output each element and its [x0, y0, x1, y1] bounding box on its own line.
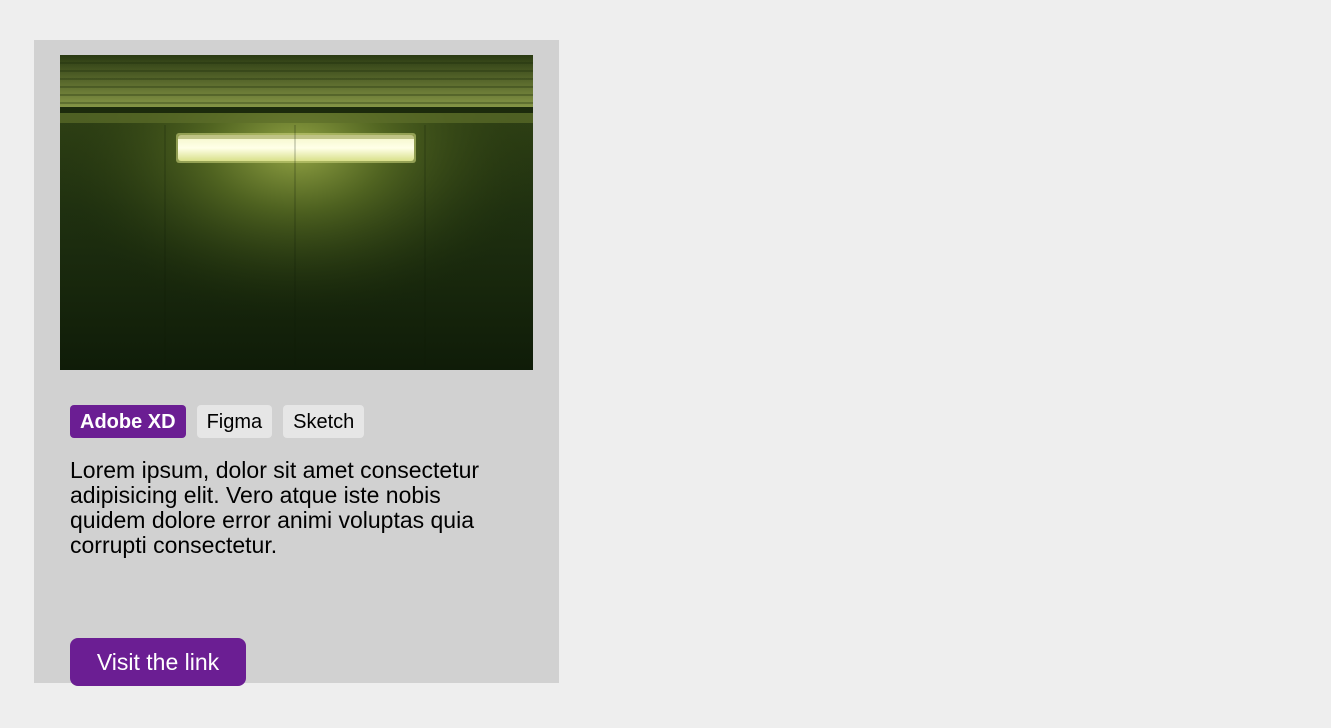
- card-body: Adobe XD Figma Sketch Lorem ipsum, dolor…: [70, 405, 520, 686]
- tag-adobe-xd[interactable]: Adobe XD: [70, 405, 186, 438]
- fluorescent-light-photo: [60, 55, 533, 370]
- tag-figma[interactable]: Figma: [196, 405, 273, 438]
- tag-sketch[interactable]: Sketch: [283, 405, 365, 438]
- tag-list: Adobe XD Figma Sketch: [70, 405, 520, 438]
- card-image: [60, 55, 533, 370]
- card-description: Lorem ipsum, dolor sit amet consectetur …: [70, 457, 480, 558]
- visit-link-button[interactable]: Visit the link: [70, 638, 246, 686]
- card: Adobe XD Figma Sketch Lorem ipsum, dolor…: [34, 40, 559, 686]
